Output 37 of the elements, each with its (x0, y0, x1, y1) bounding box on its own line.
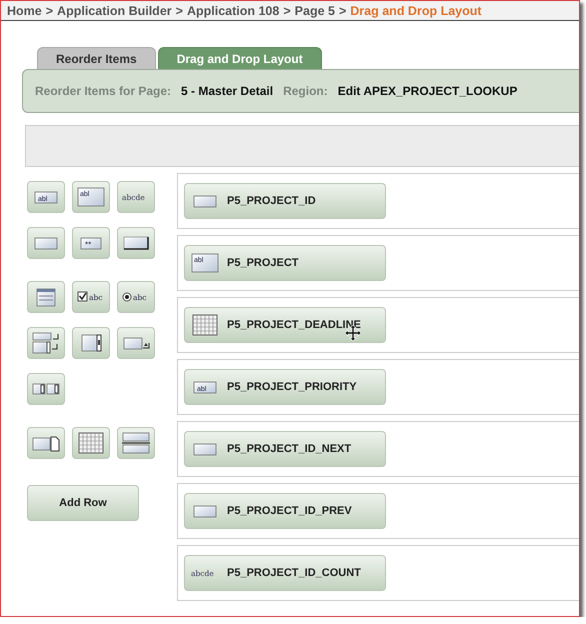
calendar-grid-icon (77, 432, 105, 454)
breadcrumb-current: Drag and Drop Layout (350, 4, 482, 18)
breadcrumb-separator: > (46, 4, 54, 18)
item-name: P5_PROJECT_ID_COUNT (227, 567, 361, 579)
item-type-button[interactable] (117, 427, 155, 459)
item-button[interactable]: P5_PROJECT_ID_NEXT (184, 431, 386, 467)
page-label: Reorder Items for Page: (35, 84, 172, 98)
item-type-button[interactable]: ** (72, 227, 110, 259)
region-label: Region: (283, 84, 328, 98)
calendar-grid-icon (191, 314, 219, 336)
breadcrumb-link[interactable]: Page 5 (294, 4, 335, 18)
item-name: P5_PROJECT_ID_PREV (227, 505, 352, 517)
breadcrumb-link[interactable]: Home (7, 4, 42, 18)
item-name: P5_PROJECT_ID_NEXT (227, 443, 352, 455)
item-button[interactable]: P5_PROJECT_ID (184, 183, 386, 219)
stacked-fields-icon (122, 432, 150, 454)
breadcrumb-separator: > (338, 4, 346, 18)
item-name: P5_PROJECT_DEADLINE (227, 319, 361, 331)
shuttle-icon (32, 332, 60, 354)
item-type-button[interactable] (27, 373, 65, 405)
item-name: P5_PROJECT_PRIORITY (227, 381, 357, 393)
region-value: Edit APEX_PROJECT_LOOKUP (338, 84, 518, 98)
breadcrumb-separator: > (176, 4, 183, 18)
item-button[interactable]: P5_PROJECT_ID_PREV (184, 493, 386, 529)
item-name: P5_PROJECT_ID (227, 195, 316, 207)
breadcrumb-link[interactable]: Application 108 (186, 4, 280, 18)
item-type-button[interactable] (27, 427, 65, 459)
breadcrumb-link[interactable]: Application Builder (57, 4, 172, 18)
item-button[interactable]: P5_PROJECT_DEADLINE (184, 307, 386, 343)
add-row-button[interactable]: Add Row (27, 485, 139, 521)
page-value: 5 - Master Detail (181, 84, 274, 98)
tab[interactable]: Reorder Items (37, 47, 156, 69)
item-type-button[interactable] (117, 227, 155, 259)
item-name: P5_PROJECT (227, 257, 299, 269)
breadcrumb-separator: > (283, 4, 291, 18)
item-type-button[interactable] (72, 327, 110, 359)
item-type-button[interactable] (27, 327, 65, 359)
